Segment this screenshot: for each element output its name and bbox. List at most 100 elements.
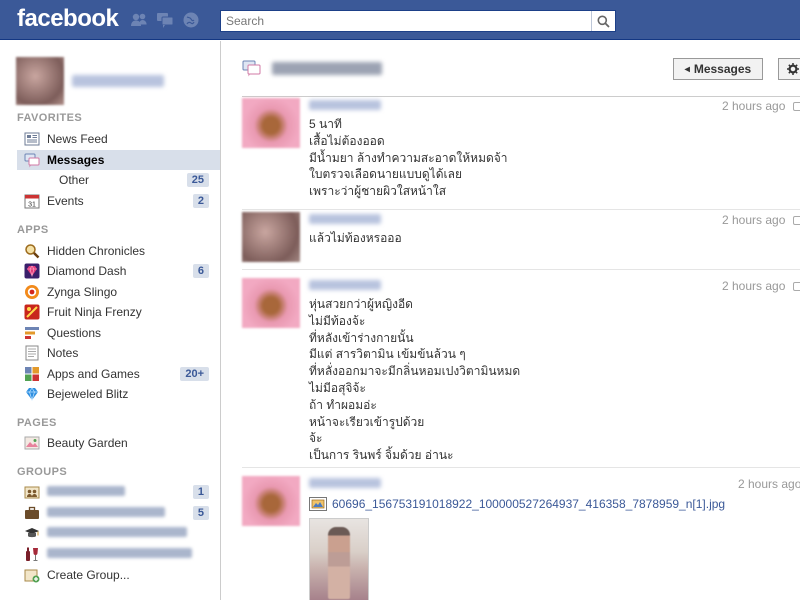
- attachment-link[interactable]: 60696_156753191018922_100000527264937_41…: [332, 497, 725, 511]
- sidebar-item-group-3[interactable]: [17, 523, 220, 543]
- message-line: ใบตรวจเลือดนายแบบดูได้เลย: [309, 167, 462, 182]
- message-line: เสื้อไม่ต้องออด: [309, 133, 385, 148]
- blurred-group-name: [47, 506, 165, 520]
- news-feed-icon: [24, 131, 40, 147]
- sidebar-item-group-2[interactable]: 5: [17, 503, 220, 523]
- sidebar-item-label: Apps and Games: [47, 367, 140, 381]
- message-divider: [242, 269, 800, 270]
- back-to-messages-button[interactable]: ◂ Messages: [673, 58, 763, 80]
- notes-icon: [24, 345, 40, 361]
- gem-icon: [24, 386, 40, 402]
- pages-header: PAGES: [17, 417, 57, 429]
- reply-icon[interactable]: [793, 102, 800, 111]
- message-divider: [242, 209, 800, 210]
- count-badge: 5: [192, 506, 209, 520]
- message-item: 2 hours ago หุ่นสวยกว่าผู้หญิงอีด ไม่มีท…: [242, 278, 800, 466]
- timestamp: 2 hours ago: [722, 213, 786, 227]
- message-item: 2 hours ago แล้วไม่ท้องหรอออ: [242, 212, 800, 268]
- sidebar-item-label: Other: [59, 173, 90, 187]
- magnifier-icon: [24, 243, 40, 259]
- notifications-icon[interactable]: [182, 11, 200, 29]
- sidebar-item-label: Messages: [47, 153, 105, 167]
- sidebar-item-fruit-ninja-frenzy[interactable]: Fruit Ninja Frenzy: [17, 302, 220, 322]
- sender-name-blurred[interactable]: [309, 214, 381, 224]
- message-line: แล้วไม่ท้องหรอออ: [309, 231, 402, 245]
- top-bar: facebook: [0, 0, 800, 40]
- sender-name-blurred[interactable]: [309, 280, 381, 290]
- search-input[interactable]: [221, 11, 591, 31]
- blurred-group-name: [47, 485, 125, 499]
- sidebar-item-zynga-slingo[interactable]: Zynga Slingo: [17, 282, 220, 302]
- sidebar-item-bejeweled-blitz[interactable]: Bejeweled Blitz: [17, 384, 220, 404]
- sidebar-item-events[interactable]: 31 Events 2: [17, 191, 220, 211]
- sidebar-item-news-feed[interactable]: News Feed: [17, 129, 220, 149]
- blurred-group-name: [47, 526, 187, 540]
- sidebar-item-questions[interactable]: Questions: [17, 323, 220, 343]
- facebook-logo[interactable]: facebook: [17, 5, 119, 33]
- count-badge: 20+: [180, 367, 209, 381]
- message-line: ถ้า ทำผอมอ่ะ: [309, 397, 377, 412]
- questions-icon: [24, 325, 40, 341]
- message-line: จ้ะ: [309, 431, 323, 446]
- chevron-left-icon: ◂: [684, 63, 690, 75]
- page-icon: [24, 435, 40, 451]
- attachment-thumbnail[interactable]: [309, 518, 369, 600]
- sidebar-item-label: Zynga Slingo: [47, 285, 118, 299]
- sender-name-blurred[interactable]: [309, 100, 381, 110]
- reply-icon[interactable]: [793, 216, 800, 225]
- sidebar-item-messages[interactable]: Messages: [17, 150, 220, 170]
- search-icon: [597, 15, 610, 28]
- favorites-header: FAVORITES: [17, 112, 83, 124]
- calendar-icon: 31: [24, 193, 40, 209]
- sidebar-item-label: Beauty Garden: [47, 436, 128, 450]
- count-badge: 2: [192, 194, 209, 208]
- group-icon: [24, 484, 40, 500]
- sidebar-item-label: Questions: [47, 326, 102, 340]
- blurred-group-name: [47, 547, 192, 561]
- groups-header: GROUPS: [17, 466, 68, 478]
- count-badge: 6: [192, 264, 209, 278]
- sender-name-blurred[interactable]: [309, 478, 381, 488]
- sidebar-item-diamond-dash[interactable]: Diamond Dash 6: [17, 261, 220, 281]
- sender-avatar[interactable]: [242, 98, 300, 148]
- jewels: [130, 11, 200, 29]
- sender-avatar[interactable]: [242, 476, 300, 526]
- message-line: ไม่มีอสุจิจ้ะ: [309, 380, 366, 395]
- sidebar-item-apps-and-games[interactable]: Apps and Games 20+: [17, 364, 220, 384]
- left-sidebar: FAVORITES News Feed Messages Other 25 31…: [0, 41, 221, 600]
- reply-icon[interactable]: [793, 282, 800, 291]
- sidebar-item-label: News Feed: [47, 132, 108, 146]
- message-line: เป็นการ รินพร์ จิ้มด้วย อ่านะ: [309, 448, 454, 463]
- profile-name-blurred[interactable]: [72, 75, 164, 87]
- search-box: [220, 10, 616, 32]
- message-line: ที่หลังเข้าร่างกายนั้น: [309, 330, 414, 345]
- search-button[interactable]: [591, 11, 615, 31]
- messages-icon: [24, 152, 40, 168]
- messages-icon[interactable]: [156, 11, 174, 29]
- message-line: มีแต่ สารวิตามิน เข้มข้นล้วน ๆ: [309, 347, 466, 362]
- sidebar-item-notes[interactable]: Notes: [17, 343, 220, 363]
- message-line: หุ่นสวยกว่าผู้หญิงอีด: [309, 297, 413, 311]
- sidebar-item-create-group[interactable]: Create Group...: [17, 565, 220, 585]
- settings-button[interactable]: [778, 58, 800, 80]
- sender-avatar[interactable]: [242, 278, 300, 328]
- sidebar-item-label: Fruit Ninja Frenzy: [47, 305, 142, 319]
- timestamp: 2 hours ago: [722, 99, 786, 113]
- sidebar-item-other[interactable]: Other 25: [17, 170, 220, 190]
- profile-link[interactable]: [16, 57, 164, 105]
- sidebar-item-group-4[interactable]: [17, 544, 220, 564]
- message-divider: [242, 467, 800, 468]
- sidebar-item-label: Hidden Chronicles: [47, 244, 146, 258]
- message-line: มีน้ำมยา ล้างทำความสะอาดให้หมดจ้า: [309, 150, 508, 165]
- message-line: หน้าจะเรียวเข้ารูปด้วย: [309, 414, 425, 429]
- sidebar-item-group-1[interactable]: 1: [17, 482, 220, 502]
- sender-avatar[interactable]: [242, 212, 300, 262]
- sidebar-item-hidden-chronicles[interactable]: Hidden Chronicles: [17, 241, 220, 261]
- sidebar-item-beauty-garden[interactable]: Beauty Garden: [17, 433, 220, 453]
- diamond-icon: [24, 263, 40, 279]
- message-line: เพราะว่าผู้ชายผิวใสหน้าใส: [309, 184, 447, 199]
- friend-requests-icon[interactable]: [130, 11, 148, 29]
- avatar[interactable]: [16, 57, 64, 105]
- timestamp: 2 hours ago: [722, 279, 786, 293]
- sidebar-item-label: Diamond Dash: [47, 264, 127, 278]
